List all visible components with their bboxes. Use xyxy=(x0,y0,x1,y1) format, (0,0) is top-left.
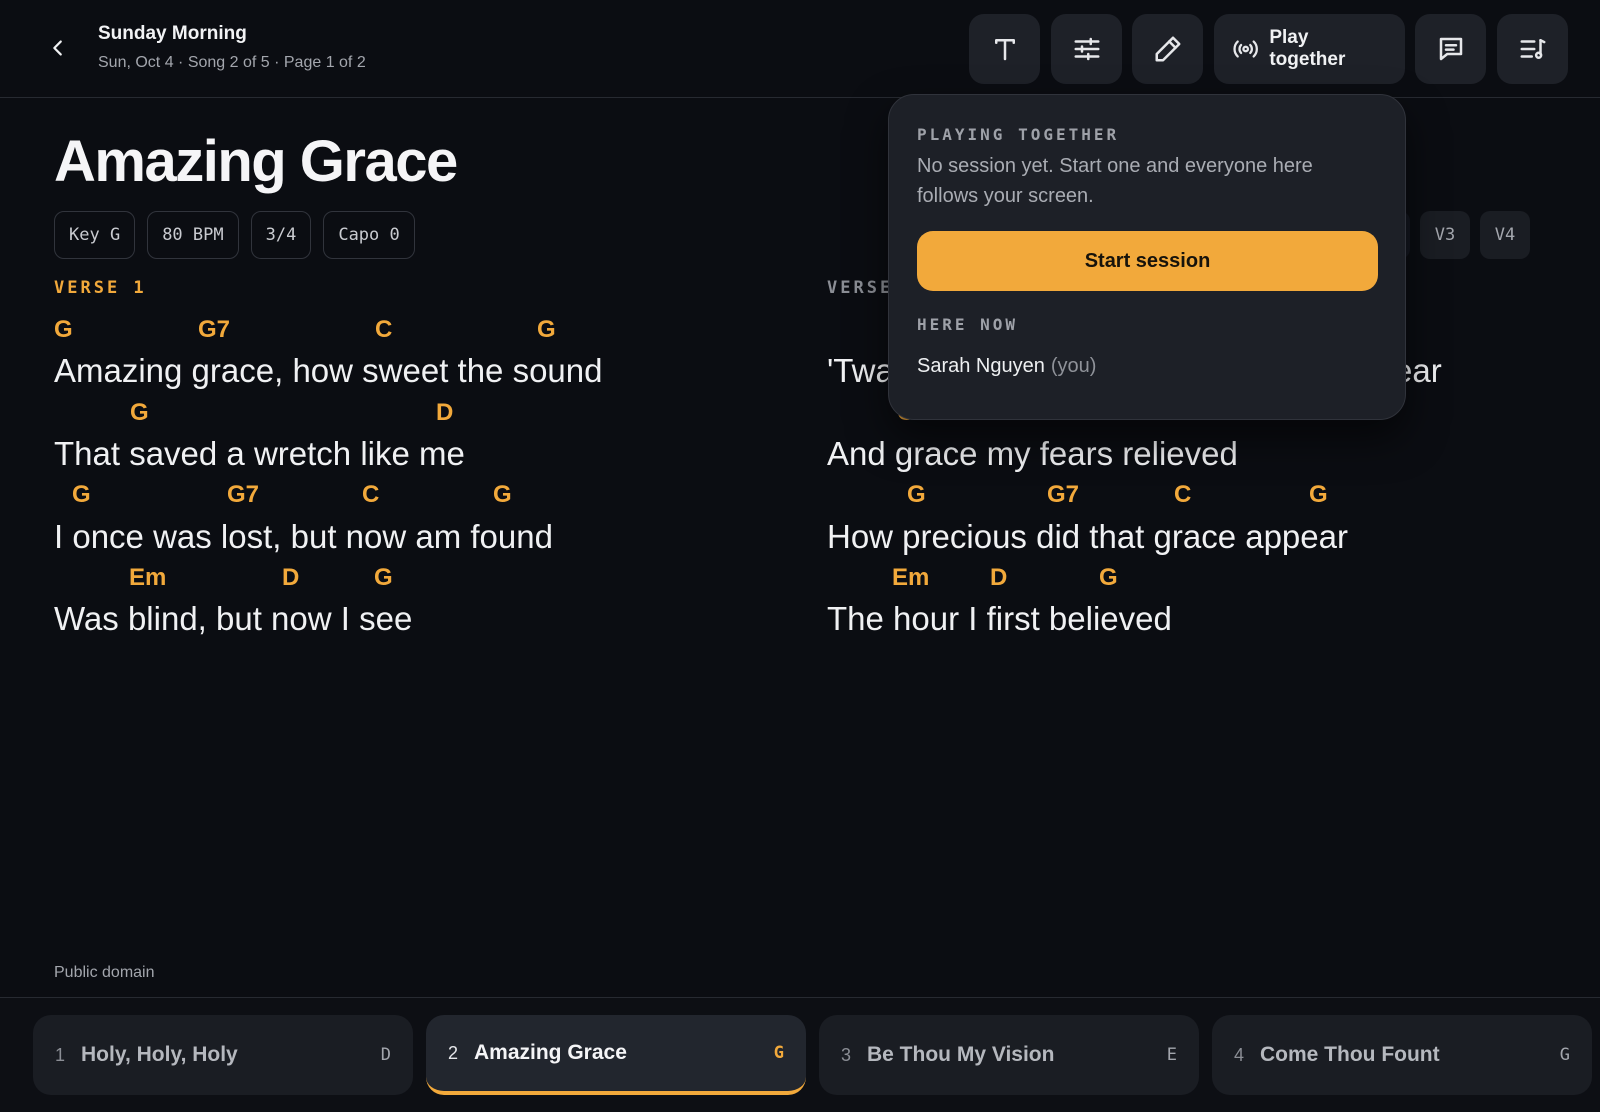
setlist-item-title: Be Thou My Vision xyxy=(867,1043,1055,1066)
play-together-button[interactable]: Play together xyxy=(1214,14,1405,84)
chord: C xyxy=(375,316,393,343)
setlist-item[interactable]: 1 Holy, Holy, Holy D xyxy=(33,1015,413,1095)
chord: G xyxy=(72,481,91,508)
setlist-item-number: 3 xyxy=(841,1044,852,1065)
section-label-verse-2: VERSE xyxy=(827,278,894,298)
pencil-icon xyxy=(1155,36,1180,62)
chord: Em xyxy=(892,564,930,591)
verse-chip-v3[interactable]: V3 xyxy=(1420,211,1470,259)
lyric-line: I once was lost, but now am found xyxy=(54,518,553,555)
setlist-bar: 1 Holy, Holy, Holy D 2 Amazing Grace G 3… xyxy=(0,997,1600,1112)
chord: C xyxy=(362,481,380,508)
start-session-button[interactable]: Start session xyxy=(917,231,1378,291)
song-title: Amazing Grace xyxy=(54,129,458,194)
song-meta: Key G 80 BPM 3/4 Capo 0 xyxy=(54,211,415,259)
broadcast-icon xyxy=(1233,40,1258,58)
participant: Sarah Nguyen (you) xyxy=(917,355,1096,378)
lyric-line: Amazing grace, how sweet the sound xyxy=(54,352,603,389)
setlist-item-active[interactable]: 2 Amazing Grace G xyxy=(426,1015,806,1095)
setlist-item-key: E xyxy=(1166,1045,1177,1065)
lyric-line: Was blind, but now I see xyxy=(54,600,413,637)
chord: G7 xyxy=(1047,481,1080,508)
message-icon xyxy=(1439,37,1462,61)
setlist-item[interactable]: 3 Be Thou My Vision E xyxy=(819,1015,1199,1095)
text-size-icon xyxy=(994,39,1015,61)
setlist-icon xyxy=(1520,39,1545,59)
capo-chip: Capo 0 xyxy=(323,211,415,259)
key-chip: Key G xyxy=(54,211,136,259)
lyric-line: And grace my fears relieved xyxy=(827,435,1238,472)
setlist-button[interactable] xyxy=(1497,14,1568,84)
chord: G7 xyxy=(198,316,231,343)
chord: G xyxy=(537,316,556,343)
sliders-icon xyxy=(1074,37,1099,61)
set-subtitle: Sun, Oct 4 · Song 2 of 5 · Page 1 of 2 xyxy=(98,54,366,71)
chord: G xyxy=(130,399,149,426)
chord: G xyxy=(493,481,512,508)
setlist-item-key: G xyxy=(773,1043,784,1063)
popover-description: No session yet. Start one and everyone h… xyxy=(917,155,1313,207)
chord: C xyxy=(1174,481,1192,508)
lyric-line: The hour I first believed xyxy=(827,600,1172,637)
verse-chip-v4[interactable]: V4 xyxy=(1480,211,1530,259)
here-now-label: HERE NOW xyxy=(917,315,1019,334)
chord: D xyxy=(436,399,454,426)
setlist-item-title: Holy, Holy, Holy xyxy=(81,1043,238,1066)
play-together-popover: PLAYING TOGETHER No session yet. Start o… xyxy=(888,94,1406,420)
setlist-item-key: G xyxy=(1559,1045,1570,1065)
text-size-button[interactable] xyxy=(969,14,1040,84)
setlist-item-title: Come Thou Fount xyxy=(1260,1043,1440,1066)
set-title: Sunday Morning xyxy=(98,23,247,44)
lyric-line-start: 'Twa xyxy=(827,352,894,389)
setlist-item-number: 1 xyxy=(55,1044,66,1065)
tempo-chip: 80 BPM xyxy=(147,211,239,259)
lyric-line: That saved a wretch like me xyxy=(54,435,465,472)
time-signature-chip: 3/4 xyxy=(250,211,312,259)
notes-button[interactable] xyxy=(1415,14,1486,84)
back-button[interactable] xyxy=(40,30,76,66)
popover-heading: PLAYING TOGETHER xyxy=(917,125,1120,144)
chord: G xyxy=(907,481,926,508)
chord: D xyxy=(282,564,300,591)
setlist-item-title: Amazing Grace xyxy=(474,1041,627,1064)
play-together-label: Play together xyxy=(1269,27,1346,70)
chord: G7 xyxy=(227,481,260,508)
adjust-button[interactable] xyxy=(1051,14,1122,84)
copyright-note: Public domain xyxy=(54,964,155,981)
participant-name: Sarah Nguyen xyxy=(917,355,1045,377)
lyric-line: How precious did that grace appear xyxy=(827,518,1348,555)
setlist-item[interactable]: 4 Come Thou Fount G xyxy=(1212,1015,1592,1095)
chord: G xyxy=(374,564,393,591)
chevron-left-icon xyxy=(53,40,62,56)
chord: Em xyxy=(129,564,167,591)
participant-you-tag: (you) xyxy=(1050,355,1097,377)
annotate-button[interactable] xyxy=(1132,14,1203,84)
setlist-item-key: D xyxy=(380,1045,391,1065)
chord: G xyxy=(54,316,73,343)
setlist-item-number: 4 xyxy=(1234,1044,1245,1065)
top-bar: Sunday Morning Sun, Oct 4 · Song 2 of 5 … xyxy=(0,0,1600,98)
chord: G xyxy=(1309,481,1328,508)
chord: G xyxy=(1099,564,1118,591)
section-label-verse-1: VERSE 1 xyxy=(54,278,147,298)
setlist-item-number: 2 xyxy=(448,1042,459,1063)
chord: D xyxy=(990,564,1008,591)
